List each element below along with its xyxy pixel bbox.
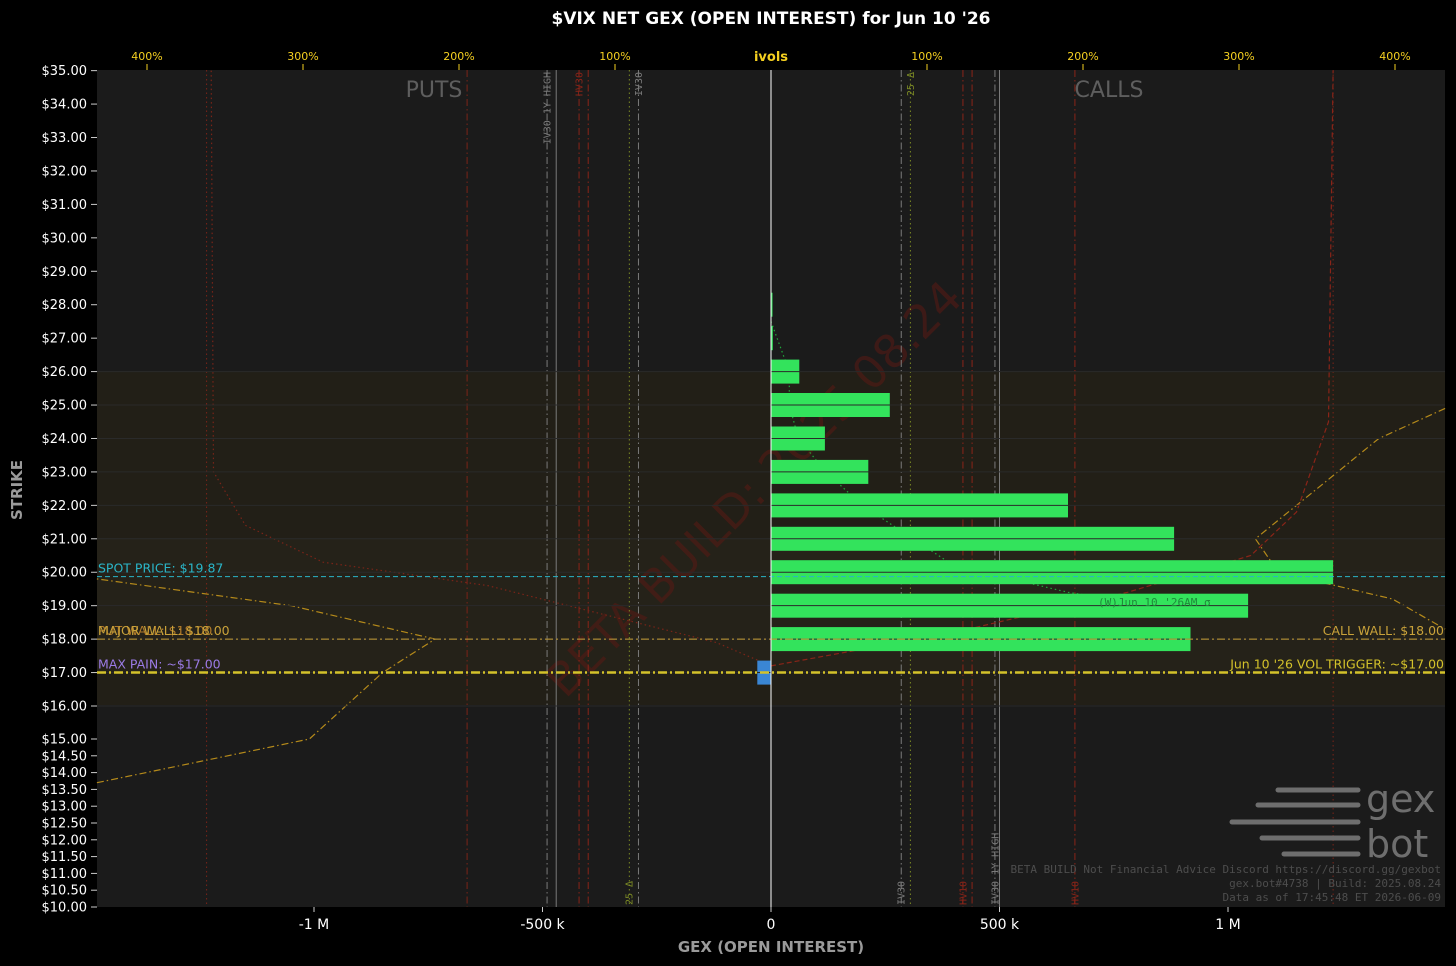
ivol-tick-label: 300%	[1223, 50, 1254, 63]
y-tick-label: $16.00	[42, 700, 88, 715]
y-tick-label: $26.00	[42, 365, 88, 380]
chart-title: $VIX NET GEX (OPEN INTEREST) for Jun 10 …	[552, 9, 991, 29]
y-tick-label: $11.50	[42, 850, 88, 865]
y-tick-label: $10.00	[42, 901, 88, 916]
x-tick-label: 1 M	[1215, 917, 1240, 933]
ivol-tick-label: 100%	[599, 50, 630, 63]
y-tick-label: $13.00	[42, 800, 88, 815]
y-tick-label: $31.00	[42, 198, 88, 213]
vertical-marker-label: IV30	[634, 72, 645, 96]
y-tick-label: $10.50	[42, 884, 88, 899]
ivol-tick-label: 100%	[911, 50, 942, 63]
level-label-call-wall: CALL WALL: $18.00	[1323, 623, 1444, 638]
level-label-max-pain: MAX PAIN: ~$17.00	[98, 657, 221, 672]
logo-word-bottom: bot	[1366, 822, 1428, 866]
vertical-marker-label: 25 Δ	[625, 881, 636, 905]
ivol-tick-label: 200%	[1067, 50, 1098, 63]
y-tick-label: $24.00	[42, 432, 88, 447]
x-axis-title: GEX (OPEN INTEREST)	[678, 938, 864, 956]
y-tick-label: $11.00	[42, 867, 88, 882]
y-tick-label: $12.00	[42, 833, 88, 848]
y-tick-label: $32.00	[42, 164, 88, 179]
x-tick-label: 500 k	[980, 917, 1020, 933]
gex-chart: BETA BUILD: 2025.08.24 IV30 1Y HIGH HV302…	[0, 0, 1456, 966]
y-tick-label: $19.00	[42, 599, 88, 614]
calls-label: CALLS	[1075, 78, 1144, 103]
y-tick-label: $20.00	[42, 566, 88, 581]
y-tick-label: $25.00	[42, 399, 88, 414]
y-tick-label: $22.00	[42, 499, 88, 514]
level-label-vol-trigger: Jun 10 '26 VOL TRIGGER: ~$17.00	[1229, 657, 1444, 672]
ivol-tick-label: 400%	[1379, 50, 1410, 63]
y-tick-label: $27.00	[42, 332, 88, 347]
level-label-spot: SPOT PRICE: $19.87	[98, 561, 223, 576]
y-tick-label: $21.00	[42, 532, 88, 547]
y-tick-label: $30.00	[42, 231, 88, 246]
y-tick-label: $34.00	[42, 98, 88, 113]
ivol-tick-label: 400%	[131, 50, 162, 63]
y-tick-label: $29.00	[42, 265, 88, 280]
y-tick-label: $15.00	[42, 733, 88, 748]
y-axis-title: STRIKE	[8, 460, 26, 520]
vertical-marker-label: HV30	[574, 72, 585, 96]
y-tick-label: $17.00	[42, 666, 88, 681]
y-tick-label: $12.50	[42, 817, 88, 832]
ivol-tick-label: 300%	[287, 50, 318, 63]
logo-word-top: gex	[1366, 777, 1435, 821]
footer-line-2: gex.bot#4738 | Build: 2025.08.24	[1229, 877, 1441, 890]
y-tick-label: $14.00	[42, 766, 88, 781]
y-tick-label: $23.00	[42, 465, 88, 480]
y-tick-label: $35.00	[42, 64, 88, 79]
footer-line-3: Data as of 17:45:48 ET 2026-06-09	[1222, 891, 1441, 904]
y-tick-label: $33.00	[42, 131, 88, 146]
vertical-marker-label: 25 Δ	[906, 72, 917, 96]
x-tick-label: 0	[767, 917, 776, 933]
puts-label: PUTS	[406, 78, 463, 103]
y-tick-label: $28.00	[42, 298, 88, 313]
level-label-major-wall: MAJOR WALL: $18.00	[98, 623, 230, 638]
y-tick-label: $18.00	[42, 633, 88, 648]
vertical-marker-label: IV30 1Y HIGH	[542, 72, 553, 144]
ivol-tick-label: 200%	[443, 50, 474, 63]
y-tick-label: $14.50	[42, 749, 88, 764]
y-tick-label: $13.50	[42, 783, 88, 798]
footer-line-1: BETA BUILD Not Financial Advice Discord …	[1011, 863, 1441, 876]
x-tick-label: -500 k	[520, 917, 565, 933]
x-tick-label: -1 M	[299, 917, 330, 933]
vertical-marker-label: IV30	[897, 881, 908, 905]
expiry-label: (W)Jun 10 '26AM σ	[1098, 596, 1211, 609]
vertical-marker-label: HV10	[958, 881, 969, 905]
vertical-marker-label: HV10	[1070, 881, 1081, 905]
ivol-axis-title: ivols	[754, 50, 788, 65]
